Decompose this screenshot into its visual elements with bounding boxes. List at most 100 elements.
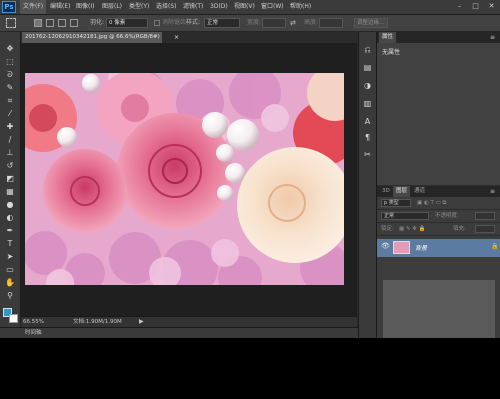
kind-filter-select[interactable]: p 类型 — [381, 199, 411, 207]
fill-input[interactable] — [475, 225, 495, 233]
eraser-icon[interactable]: ◩ — [5, 174, 15, 184]
marquee-preset-icon[interactable] — [6, 18, 16, 28]
panel-menu-icon[interactable]: ≡ — [490, 32, 495, 43]
menu-filter[interactable]: 滤镜(T) — [183, 0, 203, 14]
menu-window[interactable]: 窗口(W) — [261, 0, 284, 14]
eyedropper-icon[interactable]: ⁄ — [5, 109, 15, 119]
menu-type[interactable]: 类型(Y) — [129, 0, 149, 14]
tab-layers[interactable]: 图层 — [393, 186, 411, 197]
photoshop-window: Ps 文件(F) 编辑(E) 图像(I) 图层(L) 类型(Y) 选择(S) 滤… — [0, 0, 500, 338]
blend-mode-select[interactable]: 正常 — [381, 212, 429, 220]
height-input[interactable] — [319, 18, 343, 28]
character-icon[interactable]: A — [362, 116, 373, 127]
marquee-icon[interactable]: ⬚ — [5, 57, 15, 67]
menu-help[interactable]: 帮助(H) — [290, 0, 311, 14]
opacity-input[interactable] — [475, 212, 495, 220]
lock-label: 锁定: — [381, 226, 394, 232]
height-label: 高度: — [304, 19, 319, 26]
layer-name[interactable]: 背景 — [415, 243, 427, 252]
fill-label: 填充: — [453, 226, 466, 232]
dock-icon-strip: ⎌ ▤ ◑ ▥ A ¶ ✂ — [358, 32, 376, 338]
quick-select-icon[interactable]: ✎ — [5, 83, 15, 93]
layers-empty-area — [383, 280, 495, 338]
menu-image[interactable]: 图像(I) — [76, 0, 94, 14]
menu-edit[interactable]: 编辑(E) — [50, 0, 70, 14]
dodge-icon[interactable]: ◐ — [5, 213, 15, 223]
hand-icon[interactable]: ✋ — [5, 278, 15, 288]
lock-icons[interactable]: ▦ ✎ ✥ 🔒 — [399, 225, 426, 233]
document-tab[interactable]: 201762-12062910342181.jpg @ 66.6%(RGB/8#… — [22, 32, 179, 43]
scissors-icon[interactable]: ✂ — [362, 149, 373, 160]
antialias-label: 消除锯齿 — [162, 19, 187, 26]
ps-logo: Ps — [2, 1, 16, 13]
properties-tabs: 属性 ≡ — [377, 32, 500, 43]
minimize-icon[interactable]: – — [453, 1, 466, 12]
stamp-icon[interactable]: ⊥ — [5, 148, 15, 158]
right-panel: 属性 ≡ 无属性 3D 图层 通道 ≡ p 类型 ▣ ◐ T ▭ ⧉ 正常 不透… — [376, 32, 500, 338]
shape-icon[interactable]: ▭ — [5, 265, 15, 275]
properties-panel: 无属性 — [377, 43, 500, 185]
visibility-eye-icon[interactable]: 👁 — [381, 242, 390, 250]
maximize-icon[interactable]: □ — [469, 1, 482, 12]
layer-row-background[interactable]: 👁 背景 🔒 — [377, 239, 500, 257]
history-icon[interactable]: ⎌ — [362, 44, 373, 55]
gradient-icon[interactable]: ▦ — [5, 187, 15, 197]
document-info: 文档:1.90M/1.90M — [73, 319, 122, 325]
status-bar: 66.55% 文档:1.90M/1.90M ▶ — [21, 316, 357, 327]
crop-icon[interactable]: ⌗ — [5, 96, 15, 106]
style-label: 样式: — [186, 19, 201, 26]
width-label: 宽度: — [247, 19, 262, 26]
adjust-icon[interactable]: ◑ — [362, 80, 373, 91]
new-selection-icon[interactable] — [34, 19, 42, 27]
intersect-selection-icon[interactable] — [70, 19, 78, 27]
tools-preset-icon[interactable]: ▥ — [362, 98, 373, 109]
add-selection-icon[interactable] — [46, 19, 54, 27]
tab-3d[interactable]: 3D — [379, 186, 393, 197]
menu-layer[interactable]: 图层(L) — [102, 0, 122, 14]
move-icon[interactable]: ✥ — [5, 44, 15, 54]
brush-icon[interactable]: ∕ — [5, 135, 15, 145]
canvas-image[interactable] — [25, 73, 344, 285]
pen-icon[interactable]: ✒ — [5, 226, 15, 236]
zoom-level[interactable]: 66.55% — [23, 317, 44, 327]
lock-row: 锁定: ▦ ✎ ✥ 🔒 填充: — [377, 223, 500, 236]
properties-icon[interactable]: ▤ — [362, 62, 373, 73]
menu-bar: Ps 文件(F) 编辑(E) 图像(I) 图层(L) 类型(Y) 选择(S) 滤… — [0, 0, 500, 15]
menu-view[interactable]: 视图(V) — [234, 0, 255, 14]
options-bar: 羽化: 0 像素 消除锯齿 样式: 正常 宽度: ⇄ 高度: 调整边缘... — [0, 15, 500, 32]
properties-title: 无属性 — [382, 49, 401, 56]
style-select[interactable]: 正常 — [204, 18, 240, 28]
feather-label: 羽化: — [90, 19, 105, 26]
menu-file[interactable]: 文件(F) — [20, 0, 47, 14]
layers-menu-icon[interactable]: ≡ — [490, 186, 495, 197]
close-icon[interactable]: ✕ — [485, 1, 498, 12]
blur-icon[interactable]: ● — [5, 200, 15, 210]
refine-edge-button[interactable]: 调整边缘... — [354, 18, 388, 28]
tab-properties[interactable]: 属性 — [379, 32, 397, 43]
history-brush-icon[interactable]: ↺ — [5, 161, 15, 171]
timeline-tab[interactable]: 时间轴 — [25, 328, 42, 338]
zoom-icon[interactable]: ⚲ — [5, 291, 15, 301]
background-color-swatch[interactable] — [9, 314, 18, 323]
antialias-checkbox[interactable] — [154, 20, 160, 26]
tools-panel: ✥ ⬚ ᘐ ✎ ⌗ ⁄ ✚ ∕ ⊥ ↺ ◩ ▦ ● ◐ ✒ T ➤ ▭ ✋ ⚲ — [0, 32, 21, 338]
layer-thumbnail — [393, 241, 410, 254]
roses-photo — [25, 73, 344, 285]
path-select-icon[interactable]: ➤ — [5, 252, 15, 262]
width-input[interactable] — [262, 18, 286, 28]
subtract-selection-icon[interactable] — [58, 19, 66, 27]
layer-filter-row: p 类型 ▣ ◐ T ▭ ⧉ — [377, 197, 500, 210]
menu-select[interactable]: 选择(S) — [156, 0, 177, 14]
close-tab-icon[interactable]: × — [174, 32, 179, 43]
type-icon[interactable]: T — [5, 239, 15, 249]
tab-channels[interactable]: 通道 — [411, 186, 428, 197]
swap-icon[interactable]: ⇄ — [290, 19, 296, 27]
paragraph-icon[interactable]: ¶ — [362, 132, 373, 143]
filter-icons[interactable]: ▣ ◐ T ▭ ⧉ — [417, 199, 446, 207]
lasso-icon[interactable]: ᘐ — [5, 70, 15, 80]
status-arrow-icon[interactable]: ▶ — [139, 317, 144, 327]
opacity-label: 不透明度: — [435, 213, 459, 219]
feather-input[interactable]: 0 像素 — [106, 18, 148, 28]
menu-3d[interactable]: 3D(D) — [210, 0, 228, 14]
healing-icon[interactable]: ✚ — [5, 122, 15, 132]
